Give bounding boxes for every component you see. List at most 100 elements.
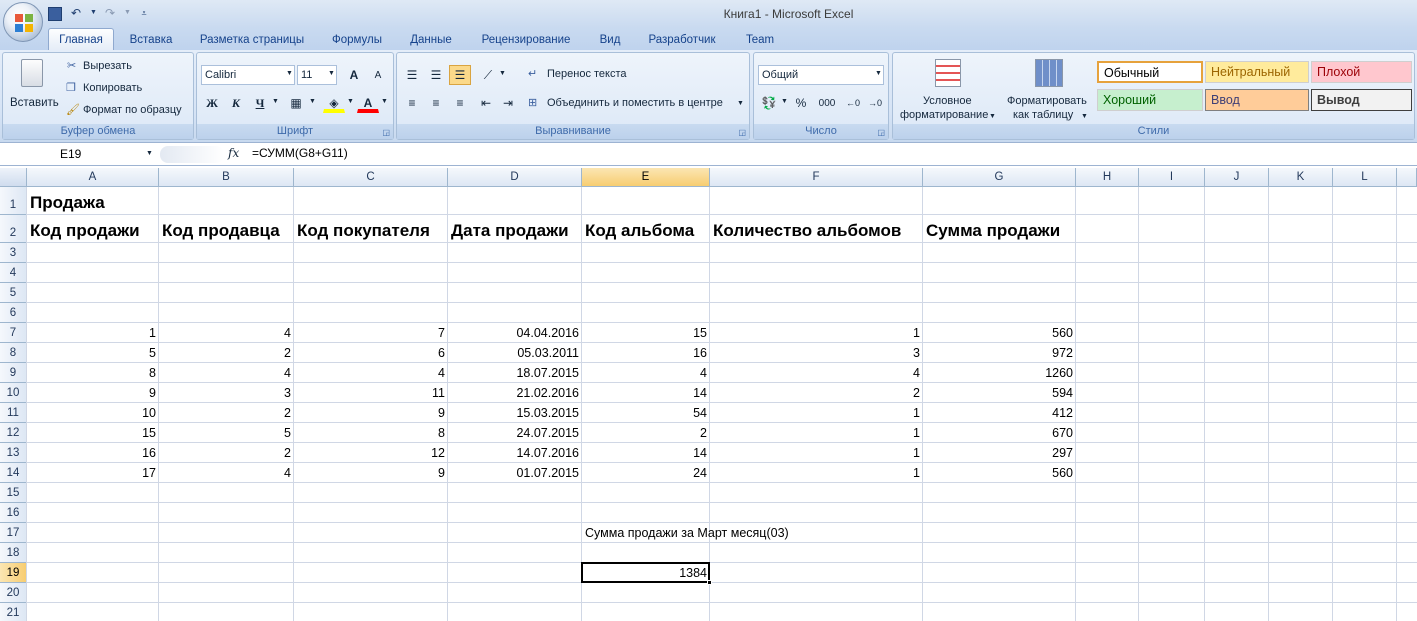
increase-decimal-icon[interactable]: ←0 xyxy=(842,93,864,113)
font-dialog-launcher-icon[interactable]: ◲ xyxy=(382,128,390,137)
data-cell[interactable]: 18.07.2015 xyxy=(448,363,582,383)
data-cell[interactable]: 5 xyxy=(159,423,294,443)
tab-view[interactable]: Вид xyxy=(592,30,628,50)
data-cell[interactable]: 01.07.2015 xyxy=(448,463,582,483)
data-cell[interactable]: 9 xyxy=(294,403,448,423)
style-bad[interactable]: Плохой xyxy=(1311,61,1412,83)
paste-button[interactable]: Вставить xyxy=(7,57,59,119)
increase-indent-icon[interactable]: ⇥ xyxy=(497,93,519,113)
data-cell[interactable]: 4 xyxy=(159,463,294,483)
header-cell[interactable]: Код продажи xyxy=(27,215,140,243)
row-header-14[interactable]: 14 xyxy=(0,463,27,483)
align-left-icon[interactable]: ≡ xyxy=(401,93,423,113)
merge-dropdown-icon[interactable]: ▼ xyxy=(737,100,744,107)
column-header-k[interactable]: K xyxy=(1269,168,1333,187)
header-cell[interactable]: Код альбома xyxy=(582,215,694,243)
office-button[interactable] xyxy=(3,2,43,42)
align-middle-icon[interactable]: ☰ xyxy=(425,65,447,85)
data-cell[interactable]: 2 xyxy=(159,403,294,423)
column-header-h[interactable]: H xyxy=(1076,168,1139,187)
data-cell[interactable]: 1 xyxy=(710,463,923,483)
data-cell[interactable]: 1 xyxy=(710,423,923,443)
comma-style-button[interactable]: 000 xyxy=(814,93,840,113)
row-header-21[interactable]: 21 xyxy=(0,603,27,621)
data-cell[interactable]: 2 xyxy=(159,343,294,363)
row-header-4[interactable]: 4 xyxy=(0,263,27,283)
font-name-select[interactable]: Calibri xyxy=(201,65,295,85)
formula-input[interactable]: =СУММ(G8+G11) xyxy=(252,146,348,160)
tab-formulas[interactable]: Формулы xyxy=(324,30,390,50)
data-cell[interactable]: 1260 xyxy=(923,363,1076,383)
data-cell[interactable]: 4 xyxy=(582,363,710,383)
header-cell[interactable]: Код продавца xyxy=(159,215,280,243)
data-cell[interactable]: 670 xyxy=(923,423,1076,443)
row-header-7[interactable]: 7 xyxy=(0,323,27,343)
select-all-corner[interactable] xyxy=(0,168,27,187)
data-cell[interactable]: 2 xyxy=(710,383,923,403)
style-neutral[interactable]: Нейтральный xyxy=(1205,61,1309,83)
font-color-dropdown-icon[interactable]: ▼ xyxy=(381,98,388,105)
column-header-a[interactable]: A xyxy=(27,168,159,187)
row-header-11[interactable]: 11 xyxy=(0,403,27,423)
column-header-l[interactable]: L xyxy=(1333,168,1397,187)
data-cell[interactable]: 7 xyxy=(294,323,448,343)
column-header-i[interactable]: I xyxy=(1139,168,1205,187)
column-header-g[interactable]: G xyxy=(923,168,1076,187)
data-cell[interactable]: 5 xyxy=(27,343,159,363)
align-right-icon[interactable]: ≡ xyxy=(449,93,471,113)
decrease-decimal-icon[interactable]: →0 xyxy=(864,93,886,113)
underline-dropdown-icon[interactable]: ▼ xyxy=(272,98,279,105)
insert-function-icon[interactable]: fx xyxy=(228,146,239,160)
row-header-12[interactable]: 12 xyxy=(0,423,27,443)
data-cell[interactable]: 2 xyxy=(159,443,294,463)
data-cell[interactable]: 14 xyxy=(582,383,710,403)
wrap-text-button[interactable]: Перенос текста xyxy=(547,68,627,80)
cut-button[interactable]: Вырезать xyxy=(83,60,132,72)
header-cell[interactable]: Дата продажи xyxy=(448,215,569,243)
data-cell[interactable]: 54 xyxy=(582,403,710,423)
row-header-16[interactable]: 16 xyxy=(0,503,27,523)
name-box[interactable]: E19 xyxy=(2,145,157,164)
data-cell[interactable]: 3 xyxy=(710,343,923,363)
tab-review[interactable]: Рецензирование xyxy=(472,30,580,50)
merge-center-button[interactable]: Объединить и поместить в центре xyxy=(547,97,723,109)
data-cell[interactable]: 16 xyxy=(582,343,710,363)
grow-font-button[interactable]: A xyxy=(343,65,365,85)
name-box-dropdown-icon[interactable]: ▼ xyxy=(146,150,153,157)
data-cell[interactable]: 4 xyxy=(294,363,448,383)
tab-data[interactable]: Данные xyxy=(402,30,460,50)
alignment-dialog-launcher-icon[interactable]: ◲ xyxy=(738,128,746,137)
data-cell[interactable]: 04.04.2016 xyxy=(448,323,582,343)
data-cell[interactable]: 594 xyxy=(923,383,1076,403)
borders-icon[interactable]: ▦ xyxy=(285,93,307,113)
fill-handle[interactable] xyxy=(707,580,712,585)
data-cell[interactable]: 14 xyxy=(582,443,710,463)
data-cell[interactable]: 15 xyxy=(582,323,710,343)
data-cell[interactable]: 560 xyxy=(923,463,1076,483)
borders-dropdown-icon[interactable]: ▼ xyxy=(309,98,316,105)
row-header-6[interactable]: 6 xyxy=(0,303,27,323)
tab-home[interactable]: Главная xyxy=(48,28,114,51)
row-header-10[interactable]: 10 xyxy=(0,383,27,403)
font-color-button[interactable]: A xyxy=(357,93,379,113)
conditional-formatting-button[interactable]: Условное форматирование ▼ xyxy=(897,57,997,123)
data-cell[interactable]: 11 xyxy=(294,383,448,403)
data-cell[interactable]: 17 xyxy=(27,463,159,483)
data-cell[interactable]: 8 xyxy=(27,363,159,383)
data-cell[interactable]: 16 xyxy=(27,443,159,463)
style-normal[interactable]: Обычный xyxy=(1097,61,1203,83)
data-cell[interactable]: 14.07.2016 xyxy=(448,443,582,463)
row-header-9[interactable]: 9 xyxy=(0,363,27,383)
row-header-19[interactable]: 19 xyxy=(0,563,27,583)
row-header-1[interactable]: 1 xyxy=(0,187,27,215)
number-dialog-launcher-icon[interactable]: ◲ xyxy=(877,128,885,137)
column-header-e[interactable]: E xyxy=(582,168,710,187)
decrease-indent-icon[interactable]: ⇤ xyxy=(475,93,497,113)
worksheet-grid[interactable]: ABCDEFGHIJKL 1 2 3 4 5 6 7 8 9 10 11 12 13 14 15 16 17 18… xyxy=(0,168,1417,621)
data-cell[interactable]: 21.02.2016 xyxy=(448,383,582,403)
data-cell[interactable]: 10 xyxy=(27,403,159,423)
data-cell[interactable]: 560 xyxy=(923,323,1076,343)
number-format-dropdown-icon[interactable]: ▼ xyxy=(875,70,882,77)
underline-button[interactable]: Ч xyxy=(249,93,271,113)
fill-color-icon[interactable]: ◈ xyxy=(323,93,345,113)
